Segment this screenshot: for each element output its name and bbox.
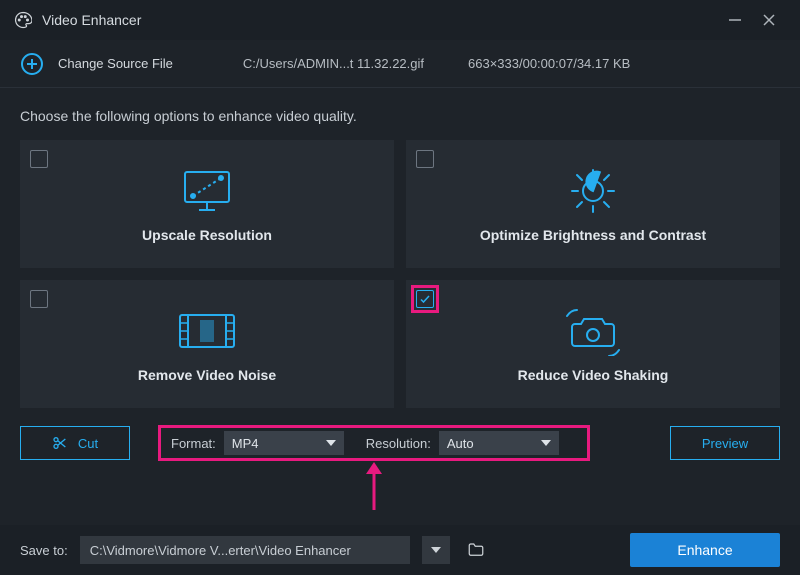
resolution-dropdown[interactable]: Auto bbox=[439, 431, 559, 455]
add-source-icon[interactable] bbox=[20, 52, 44, 76]
card-label: Reduce Video Shaking bbox=[518, 367, 669, 383]
change-source-link[interactable]: Change Source File bbox=[58, 56, 173, 71]
palette-icon bbox=[14, 11, 32, 29]
save-to-label: Save to: bbox=[20, 543, 68, 558]
minimize-button[interactable] bbox=[718, 7, 752, 33]
scissors-icon bbox=[52, 435, 68, 451]
format-value: MP4 bbox=[232, 436, 259, 451]
open-folder-button[interactable] bbox=[462, 536, 490, 564]
close-button[interactable] bbox=[752, 7, 786, 33]
source-bar: Change Source File C:/Users/ADMIN...t 11… bbox=[0, 40, 800, 88]
card-reduce-shaking[interactable]: Reduce Video Shaking bbox=[406, 280, 780, 408]
app-title: Video Enhancer bbox=[42, 12, 141, 28]
checkbox-shaking[interactable] bbox=[416, 290, 434, 308]
cut-button[interactable]: Cut bbox=[20, 426, 130, 460]
annotation-format-outline: Format: MP4 Resolution: Auto bbox=[158, 425, 590, 461]
annotation-arrow-icon bbox=[364, 462, 384, 510]
card-optimize-brightness[interactable]: Optimize Brightness and Contrast bbox=[406, 140, 780, 268]
camera-shake-icon bbox=[561, 305, 625, 357]
format-label: Format: bbox=[171, 436, 216, 451]
card-label: Optimize Brightness and Contrast bbox=[480, 227, 706, 243]
enhance-label: Enhance bbox=[677, 542, 732, 558]
film-noise-icon bbox=[176, 305, 238, 357]
resolution-label: Resolution: bbox=[366, 436, 431, 451]
save-path-value: C:\Vidmore\Vidmore V...erter\Video Enhan… bbox=[90, 543, 351, 558]
format-row: Cut Format: MP4 Resolution: Auto Preview bbox=[20, 408, 780, 478]
card-upscale-resolution[interactable]: Upscale Resolution bbox=[20, 140, 394, 268]
save-path-field[interactable]: C:\Vidmore\Vidmore V...erter\Video Enhan… bbox=[80, 536, 410, 564]
checkbox-brightness[interactable] bbox=[416, 150, 434, 168]
save-path-dropdown[interactable] bbox=[422, 536, 450, 564]
checkbox-noise[interactable] bbox=[30, 290, 48, 308]
preview-label: Preview bbox=[702, 436, 748, 451]
card-label: Remove Video Noise bbox=[138, 367, 276, 383]
instruction-text: Choose the following options to enhance … bbox=[20, 88, 780, 140]
format-dropdown[interactable]: MP4 bbox=[224, 431, 344, 455]
chevron-down-icon bbox=[326, 438, 336, 448]
footer: Save to: C:\Vidmore\Vidmore V...erter\Vi… bbox=[0, 525, 800, 575]
card-remove-noise[interactable]: Remove Video Noise bbox=[20, 280, 394, 408]
monitor-icon bbox=[179, 165, 235, 217]
card-label: Upscale Resolution bbox=[142, 227, 272, 243]
titlebar: Video Enhancer bbox=[0, 0, 800, 40]
source-info: 663×333/00:00:07/34.17 KB bbox=[468, 56, 630, 71]
option-grid: Upscale Resolution Optimize bbox=[20, 140, 780, 408]
preview-button[interactable]: Preview bbox=[670, 426, 780, 460]
chevron-down-icon bbox=[541, 438, 551, 448]
checkbox-upscale[interactable] bbox=[30, 150, 48, 168]
source-path: C:/Users/ADMIN...t 11.32.22.gif bbox=[243, 56, 424, 71]
resolution-value: Auto bbox=[447, 436, 474, 451]
cut-label: Cut bbox=[78, 436, 98, 451]
enhance-button[interactable]: Enhance bbox=[630, 533, 780, 567]
brightness-icon bbox=[565, 165, 621, 217]
